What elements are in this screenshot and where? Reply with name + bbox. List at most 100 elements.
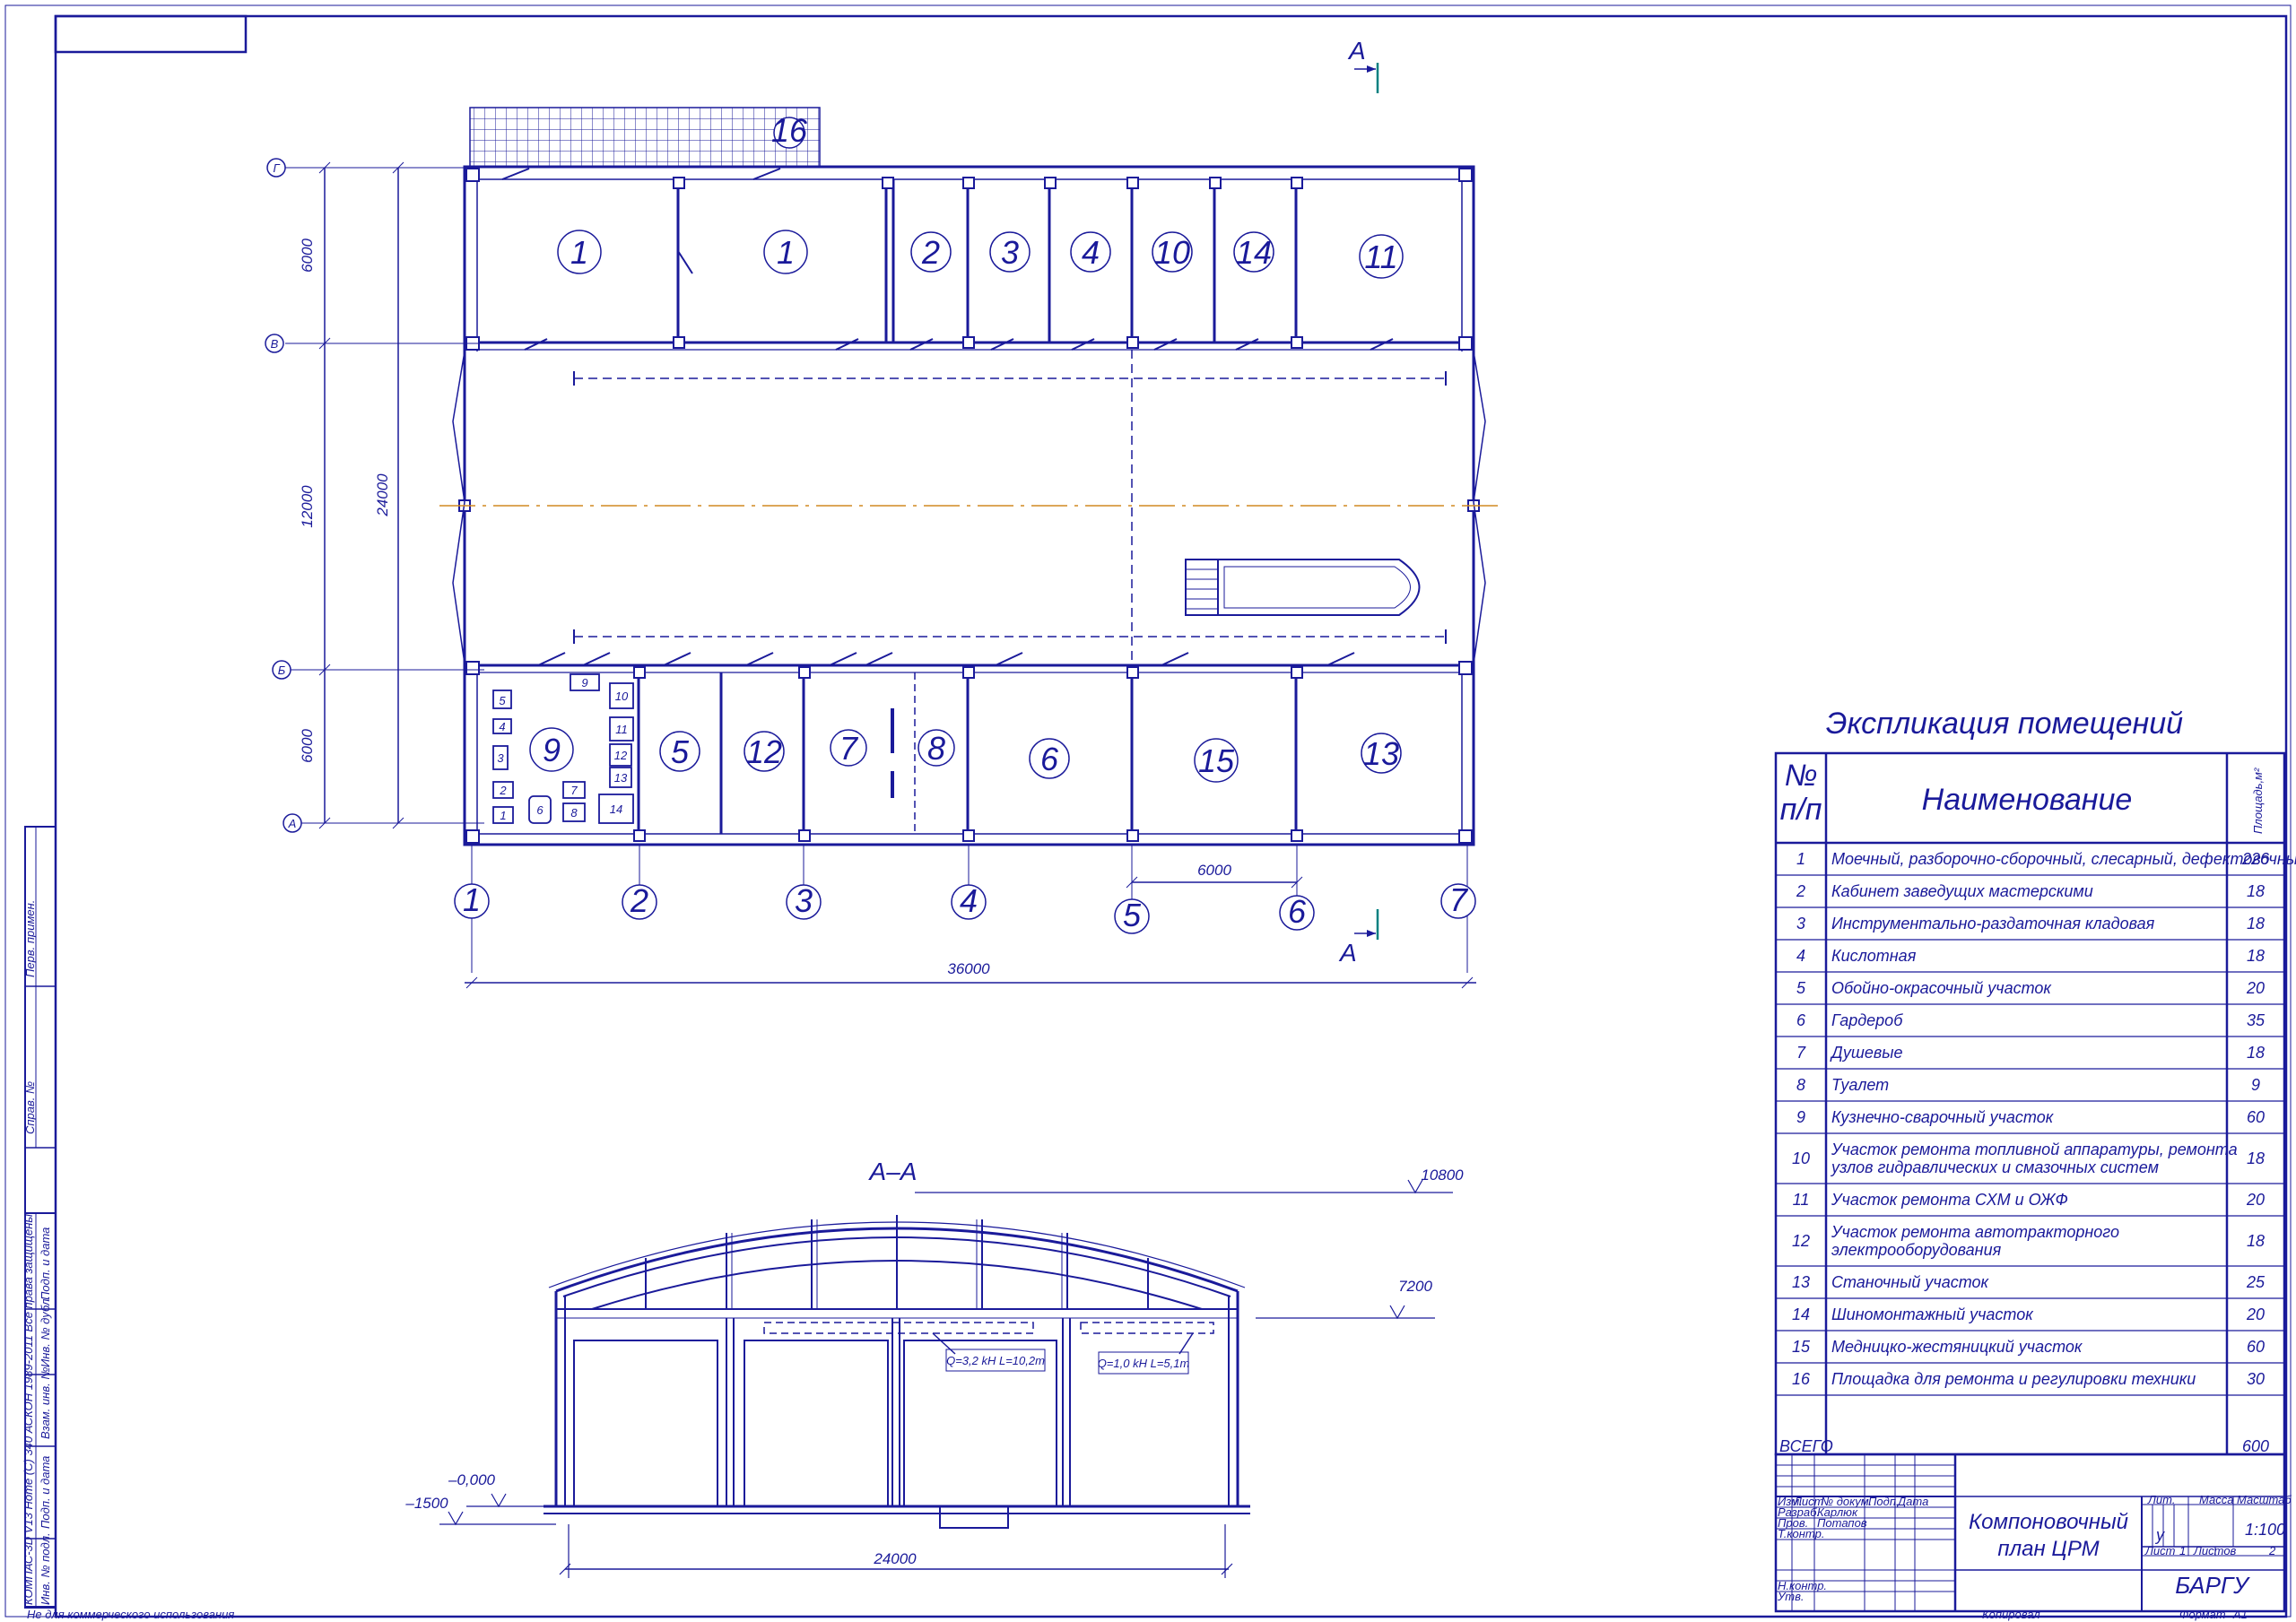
- crane1-label: Q=3,2 kH L=10,2m: [946, 1354, 1045, 1367]
- svg-text:2: 2: [921, 234, 940, 271]
- court-number: 16: [771, 112, 808, 149]
- svg-text:6: 6: [1288, 893, 1307, 930]
- svg-text:2: 2: [630, 882, 648, 919]
- svg-text:Лист: Лист: [2144, 1544, 2176, 1557]
- side-label-podp2: Подп. и дата: [39, 1456, 52, 1529]
- bay-dimension: 6000: [1197, 862, 1231, 879]
- svg-text:6000: 6000: [299, 239, 316, 273]
- organization: БАРГУ: [2175, 1572, 2250, 1599]
- format-label: Формат: [2179, 1608, 2226, 1621]
- explication-row-area: 25: [2246, 1273, 2266, 1291]
- svg-text:7: 7: [839, 730, 859, 767]
- svg-text:8: 8: [570, 806, 578, 820]
- elevation-marks: [439, 1179, 1453, 1578]
- svg-text:2: 2: [499, 784, 507, 797]
- svg-text:1: 1: [570, 234, 588, 271]
- section-structure: [544, 1215, 1250, 1529]
- svg-text:7: 7: [570, 784, 578, 797]
- explication-row-name: Площадка для ремонта и регулировки техни…: [1831, 1370, 2196, 1388]
- svg-text:8: 8: [927, 730, 945, 767]
- explication-row-number: 6: [1796, 1011, 1806, 1029]
- explication-row-area: 18: [2247, 1044, 2265, 1062]
- svg-text:5: 5: [499, 694, 506, 707]
- explication-table: Экспликация помещений № п/п Наименование …: [1774, 707, 2296, 1456]
- explication-row-number: 14: [1792, 1305, 1810, 1323]
- section-view: А–А Q=3,2 kH L=10,2m Q=1,0 kH L=5,1m 108…: [404, 1158, 1464, 1578]
- explication-row-number: 16: [1792, 1370, 1811, 1388]
- explication-row-area: 18: [2247, 915, 2265, 932]
- svg-text:–0,000: –0,000: [448, 1471, 496, 1488]
- svg-text:Т.контр.: Т.контр.: [1778, 1527, 1824, 1540]
- col-num-header: № п/п: [1780, 759, 1822, 827]
- svg-text:Г: Г: [273, 161, 280, 175]
- explication-rows: 1 Моечный, разборочно-сборочный, слесарны…: [1792, 850, 2296, 1388]
- svg-text:1:100: 1:100: [2245, 1521, 2285, 1539]
- svg-text:4: 4: [1082, 234, 1100, 271]
- svg-text:у: у: [2154, 1526, 2165, 1544]
- total-value: 600: [2242, 1437, 2269, 1455]
- svg-text:2: 2: [2268, 1544, 2276, 1557]
- inspection-pit: [1185, 559, 1421, 616]
- svg-text:11: 11: [1364, 239, 1397, 275]
- svg-text:9: 9: [543, 732, 561, 768]
- section-title: А–А: [868, 1158, 918, 1185]
- svg-text:3: 3: [1001, 234, 1019, 271]
- explication-row-name: Инструментально-раздаточная кладовая: [1831, 915, 2155, 932]
- copied-label: Копировал: [1982, 1608, 2040, 1621]
- title-line1: Компоновочный: [1969, 1510, 2128, 1534]
- svg-text:9: 9: [581, 676, 587, 690]
- title-block-fields: Лит. Масса Масштаб 1:100 у Лист 1 Листов…: [2144, 1493, 2292, 1557]
- explication-row-area: 18: [2247, 1149, 2265, 1167]
- crane-runways: [574, 350, 1446, 665]
- crane2-label: Q=1,0 kH L=5,1m: [1098, 1357, 1190, 1370]
- floor-plan: 16 5 4 3 2 1 6 7 8 14 9 10 11 12 13 1 1 …: [265, 37, 1498, 989]
- explication-header: № п/п Наименование Площадь,м²: [1780, 759, 2265, 834]
- explication-row-number: 9: [1796, 1108, 1805, 1126]
- svg-text:7: 7: [1449, 881, 1469, 918]
- explication-row-name: Шиномонтажный участок: [1831, 1305, 2034, 1323]
- svg-text:10: 10: [615, 690, 629, 703]
- explication-row-name: Участок ремонта автотракторного: [1831, 1223, 2119, 1241]
- side-labels: Перв. примен. Справ. № Подп. и дата Инв.…: [22, 900, 52, 1605]
- side-label-vzam: Взам. инв. №: [39, 1367, 52, 1439]
- svg-text:–1500: –1500: [404, 1495, 448, 1512]
- room-circles-top: [557, 230, 1404, 279]
- row-axis-labels: Г В Б А: [271, 161, 297, 830]
- explication-row-name-cont: узлов гидравлических и смазочных систем: [1830, 1158, 2159, 1176]
- equipment-room9: [492, 673, 634, 824]
- explication-row-area: 20: [2246, 1191, 2265, 1209]
- side-label-sprav: Справ. №: [23, 1081, 37, 1134]
- crane-ends: [573, 371, 1447, 644]
- explication-row-number: 3: [1796, 915, 1805, 932]
- explication-row-area: 18: [2247, 1232, 2265, 1250]
- col-area-header: Площадь,м²: [2251, 768, 2265, 834]
- explication-title: Экспликация помещений: [1826, 707, 2183, 741]
- svg-text:1: 1: [777, 234, 795, 271]
- svg-text:6: 6: [536, 803, 544, 817]
- explication-row-number: 1: [1796, 850, 1805, 868]
- side-label-podp1: Подп. и дата: [39, 1227, 52, 1300]
- explication-row-name: Туалет: [1831, 1076, 1889, 1094]
- side-label-invdubl: Инв. № дубл.: [39, 1296, 52, 1367]
- explication-row-area: 9: [2251, 1076, 2260, 1094]
- length-dimension: 36000: [947, 960, 990, 977]
- explication-row-name: Станочный участок: [1831, 1273, 1990, 1291]
- svg-text:24000: 24000: [873, 1550, 917, 1567]
- explication-row-name: Душевые: [1830, 1044, 1902, 1062]
- svg-text:10: 10: [1154, 234, 1190, 271]
- explication-row-name: Моечный, разборочно-сборочный, слесарный…: [1831, 850, 2296, 868]
- svg-text:6000: 6000: [299, 729, 316, 763]
- svg-text:14: 14: [610, 802, 622, 816]
- svg-text:А: А: [288, 817, 297, 830]
- title-block-labels: Изм. Лист № докум. Подп. Дата Разраб. Ка…: [1777, 1495, 1928, 1603]
- explication-row-area: 20: [2246, 979, 2265, 997]
- explication-row-name: Кабинет заведущих мастерскими: [1831, 882, 2093, 900]
- explication-row-name: Кислотная: [1831, 947, 1917, 965]
- svg-text:12: 12: [614, 749, 628, 762]
- room-circles-bottom: [529, 727, 1402, 783]
- title-line2: план ЦРМ: [1997, 1537, 2099, 1561]
- col-name-header: Наименование: [1922, 783, 2133, 817]
- svg-text:1: 1: [500, 809, 506, 822]
- svg-text:Утв.: Утв.: [1777, 1590, 1805, 1603]
- explication-row-number: 15: [1792, 1338, 1811, 1356]
